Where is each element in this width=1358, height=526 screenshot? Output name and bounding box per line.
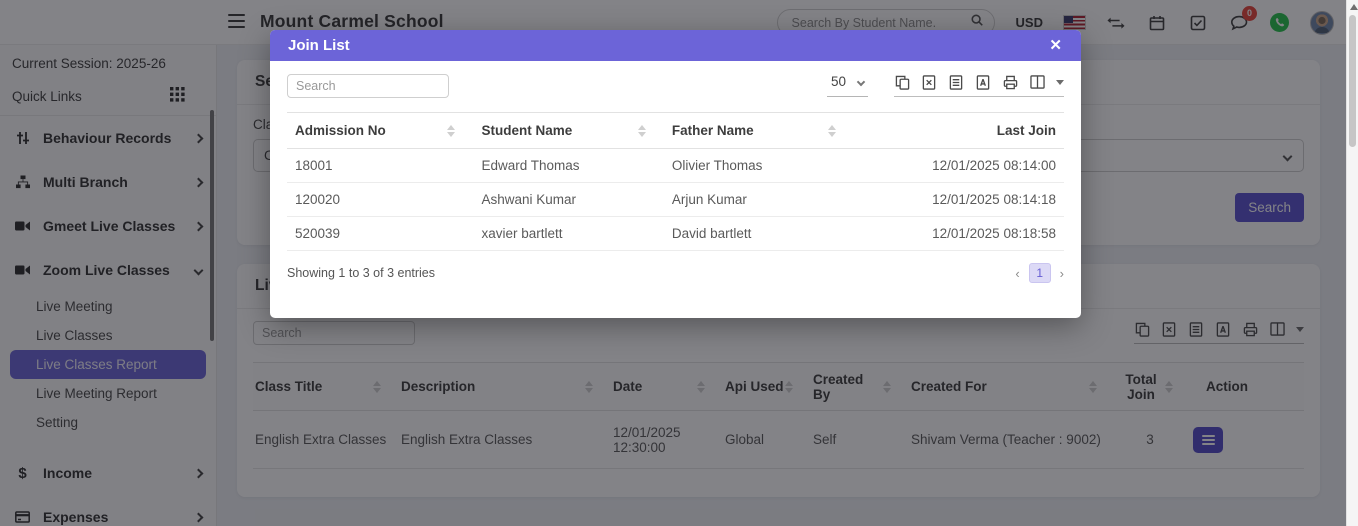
join-list-table: Admission No Student Name Father Name La…: [287, 112, 1064, 251]
vertical-scrollbar[interactable]: [1346, 0, 1358, 526]
prev-page-arrow[interactable]: ‹: [1015, 266, 1019, 281]
pagination: ‹ 1 ›: [1015, 263, 1064, 283]
table-row: 120020 Ashwani Kumar Arjun Kumar 12/01/2…: [287, 182, 1064, 217]
csv-export-icon[interactable]: [948, 74, 964, 90]
page-length-select[interactable]: 50: [826, 74, 868, 97]
cell-student-name: Ashwani Kumar: [473, 182, 664, 217]
cell-last-join: 12/01/2025 08:14:18: [854, 182, 1064, 217]
modal-export-toolbar: [894, 74, 1064, 97]
scrollbar-up-arrow[interactable]: [1349, 4, 1358, 10]
table-row: 18001 Edward Thomas Olivier Thomas 12/01…: [287, 148, 1064, 183]
close-icon[interactable]: ✕: [1049, 38, 1062, 53]
copy-icon[interactable]: [894, 74, 910, 90]
print-icon[interactable]: [1002, 74, 1018, 90]
table-header-row: Admission No Student Name Father Name La…: [287, 112, 1064, 149]
scrollbar-thumb[interactable]: [1349, 15, 1356, 147]
column-visibility-icon[interactable]: [1029, 74, 1045, 90]
cell-admission-no: 120020: [287, 182, 474, 217]
cell-last-join: 12/01/2025 08:14:00: [854, 148, 1064, 183]
pdf-export-icon[interactable]: [975, 74, 991, 90]
cell-student-name: xavier bartlett: [473, 216, 664, 251]
cell-student-name: Edward Thomas: [473, 148, 664, 183]
next-page-arrow[interactable]: ›: [1060, 266, 1064, 281]
modal-title: Join List: [288, 37, 350, 54]
modal-search-input[interactable]: [287, 74, 449, 98]
sort-icon[interactable]: [637, 124, 646, 137]
cell-father-name: Olivier Thomas: [663, 148, 855, 183]
cell-father-name: David bartlett: [663, 216, 855, 251]
join-list-modal: Join List ✕ 50: [270, 30, 1081, 318]
caret-down-icon[interactable]: [1056, 79, 1064, 85]
table-row: 520039 xavier bartlett David bartlett 12…: [287, 216, 1064, 251]
cell-admission-no: 520039: [287, 216, 474, 251]
sort-icon[interactable]: [447, 124, 456, 137]
modal-header: Join List ✕: [270, 30, 1081, 61]
page-length-value: 50: [830, 74, 846, 89]
cell-last-join: 12/01/2025 08:18:58: [854, 216, 1064, 251]
cell-admission-no: 18001: [287, 148, 474, 183]
app-screen: Mount Carmel School USD 0: [0, 0, 1358, 526]
chevron-down-icon: [856, 77, 866, 86]
entries-info: Showing 1 to 3 of 3 entries: [287, 266, 436, 280]
cell-father-name: Arjun Kumar: [663, 182, 855, 217]
sort-icon[interactable]: [828, 124, 837, 137]
excel-export-icon[interactable]: [921, 74, 937, 90]
page-number-active[interactable]: 1: [1028, 263, 1051, 283]
